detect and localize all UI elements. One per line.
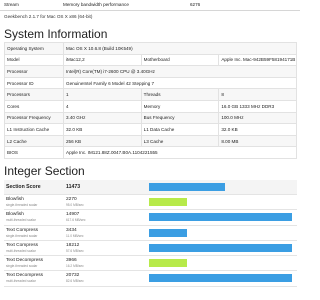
info-value: Intel(R) Core(TM) i7-2600 CPU @ 3.40GHz — [63, 65, 297, 78]
info-label: Processor Frequency — [4, 111, 64, 125]
benchmark-score: 2270 — [66, 197, 77, 202]
benchmark-score: 14907 — [66, 212, 80, 218]
system-info-row: Processor ID GenuineIntel Family 6 Model … — [4, 76, 297, 90]
benchmark-score-row: Text Decompress single-threaded scalar 396… — [4, 256, 297, 272]
info-value: 32.0 KB — [63, 123, 142, 136]
benchmark-score-bar — [149, 198, 187, 206]
info-label: Processors — [4, 88, 64, 101]
system-info-row: Processors 1 Threads 8 — [4, 88, 297, 101]
info-value: 100.0 MHz — [218, 111, 297, 125]
benchmark-rate: 82.6 MB/sec — [66, 279, 84, 284]
benchmark-mode: single-threaded scalar — [6, 264, 38, 269]
info-label: L3 Cache — [140, 134, 220, 148]
system-info-row: Cores 4 Memory 16.0 GB 1333 MHz DDR3 — [4, 99, 297, 113]
system-information-heading: System Information — [4, 27, 108, 41]
benchmark-score: 18212 — [66, 242, 80, 248]
benchmark-rate: 16.2 MB/sec — [66, 264, 84, 269]
benchmark-score: 3434 — [66, 227, 77, 233]
benchmark-score-row: Text Compress single-threaded scalar 3434 1… — [4, 226, 297, 241]
benchmark-name: Text Decompress — [6, 273, 44, 279]
benchmark-row-stream: Stream Memory bandwidth performance 6276 — [0, 0, 300, 11]
benchmark-description: Memory bandwidth performance — [63, 2, 129, 7]
info-value: 4 — [63, 99, 142, 113]
geekbench-version-note: Geekbench 2.1.7 for Mac OS X x86 (64-bit… — [4, 14, 93, 19]
benchmark-score-row: Blowfish multi-threaded scalar 14907 617.6 … — [4, 210, 297, 226]
benchmark-mode: single-threaded scalar — [6, 203, 38, 207]
benchmark-score-row: Blowfish single-threaded scalar 2270 95.0 M… — [4, 195, 297, 211]
benchmark-rate: 11.0 MB/sec — [66, 233, 84, 238]
benchmark-score-bar — [149, 259, 187, 268]
benchmark-score-row: Text Compress multi-threaded scalar 18212 5… — [4, 241, 297, 257]
info-label: Threads — [140, 88, 220, 101]
system-info-row: L1 Instruction Cache 32.0 KB L1 Data Cache… — [4, 123, 297, 136]
info-value: 3.40 GHz — [63, 111, 142, 125]
info-value: Mac OS X 10.6.8 (Build 10K549) — [63, 42, 297, 55]
benchmark-name: Text Compress — [6, 227, 38, 233]
section-score-label: Section Score — [6, 184, 41, 190]
info-label: Cores — [4, 99, 64, 113]
benchmark-score-bar — [149, 274, 293, 283]
system-info-row: BIOS Apple Inc. IM121.88Z.0047.B0A.110422… — [4, 146, 297, 159]
info-label: Bus Frequency — [140, 111, 220, 125]
info-label: L2 Cache — [4, 134, 64, 148]
section-score-row: Section Score 11473 — [4, 180, 297, 195]
benchmark-rate: 95.0 MB/sec — [66, 203, 84, 207]
info-value: 256 KB — [63, 134, 142, 148]
section-score-bar — [149, 183, 225, 191]
info-value: GenuineIntel Family 6 Model 42 Stepping … — [63, 76, 297, 90]
benchmark-mode: multi-threaded scalar — [6, 248, 36, 253]
info-label: Model — [4, 53, 64, 67]
benchmark-mode: multi-threaded scalar — [6, 279, 36, 284]
system-info-row: Model iMac12,2 Motherboard Apple Inc. Mac-9… — [4, 53, 297, 67]
system-info-row: Operating System Mac OS X 10.6.8 (Build 1… — [4, 42, 297, 55]
info-value: 1 — [63, 88, 142, 101]
benchmark-score: 6276 — [190, 2, 201, 7]
info-value: Apple Inc. Mac-942B59F58194171B iMac12,2 — [218, 53, 297, 67]
system-info-row: L2 Cache 256 KB L3 Cache 8.00 MB — [4, 134, 297, 148]
info-value: iMac12,2 — [63, 53, 142, 67]
benchmark-name: Text Compress — [6, 242, 38, 248]
info-label: Processor ID — [4, 76, 64, 90]
info-label: L1 Instruction Cache — [4, 123, 64, 136]
benchmark-score: 3966 — [66, 258, 77, 264]
benchmark-name: Blowfish — [6, 212, 24, 218]
system-info-row: Processor Frequency 3.40 GHz Bus Frequency… — [4, 111, 297, 125]
benchmark-score-bar — [149, 243, 293, 252]
system-information-table: Operating System Mac OS X 10.6.8 (Build 1… — [4, 42, 297, 159]
info-label: L1 Data Cache — [140, 123, 220, 136]
benchmark-score: 20732 — [66, 273, 80, 279]
benchmark-name: Stream — [4, 2, 19, 7]
system-info-row: Processor Intel(R) Core(TM) i7-2600 CPU @… — [4, 65, 297, 78]
info-label: Motherboard — [140, 53, 220, 67]
benchmark-mode: multi-threaded scalar — [6, 218, 36, 223]
benchmark-name: Blowfish — [6, 197, 24, 202]
info-value: 16.0 GB 1333 MHz DDR3 — [218, 99, 297, 113]
benchmark-rate: 617.6 MB/sec — [66, 218, 86, 223]
benchmark-rate: 57.6 MB/sec — [66, 248, 84, 253]
benchmark-mode: single-threaded scalar — [6, 233, 38, 238]
integer-section-heading: Integer Section — [4, 164, 85, 178]
benchmark-score-row: Text Decompress multi-threaded scalar 2073… — [4, 271, 297, 287]
benchmark-score-bar — [149, 228, 187, 237]
info-label: Processor — [4, 65, 64, 78]
info-label: Memory — [140, 99, 220, 113]
info-value: 32.0 KB — [218, 123, 297, 136]
benchmark-name: Text Decompress — [6, 258, 44, 264]
benchmark-score-bar — [149, 213, 293, 222]
info-label: Operating System — [4, 42, 64, 55]
info-label: BIOS — [4, 146, 64, 159]
integer-score-list: Section Score 11473 Blowfish single-threa… — [4, 180, 297, 287]
info-value: Apple Inc. IM121.88Z.0047.B0A.1104221555 — [63, 146, 297, 159]
info-value: 8 — [218, 88, 297, 101]
info-value: 8.00 MB — [218, 134, 297, 148]
section-score-value: 11473 — [66, 184, 81, 190]
